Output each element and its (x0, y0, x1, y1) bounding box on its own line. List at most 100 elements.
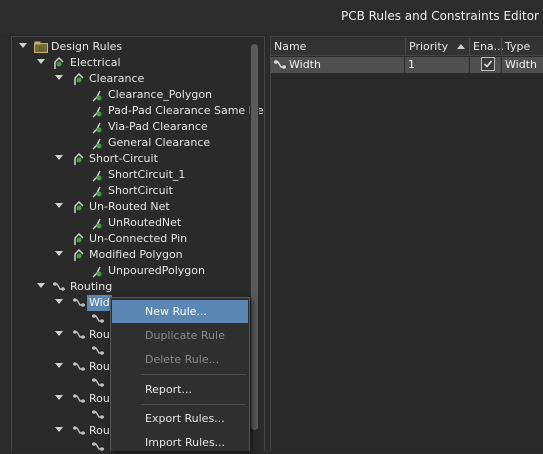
collapse-arrow-icon[interactable] (55, 203, 63, 208)
tree-label: Un-Connected Pin (89, 232, 188, 245)
menu-separator (141, 374, 246, 375)
column-header-priority[interactable]: Priority (409, 40, 448, 53)
tree-label: Electrical (70, 56, 121, 69)
cell-text: 1 (408, 58, 415, 71)
tree-item-electrical[interactable]: Electrical (12, 55, 252, 71)
tree-label: UnpouredPolygon (108, 264, 205, 277)
rule-icon (92, 106, 102, 118)
menu-item-delete-rule[interactable]: Delete Rule... (112, 348, 248, 371)
title-bar: PCB Rules and Constraints Editor (0, 0, 543, 34)
menu-item-label: Delete Rule... (145, 353, 220, 366)
collapse-arrow-icon[interactable] (55, 395, 63, 400)
tree-item-clearance[interactable]: Clearance (12, 71, 252, 87)
routing-rule-icon (274, 60, 286, 69)
rule-category-icon (74, 249, 84, 261)
routing-rule-icon (92, 346, 104, 355)
tree-label: UnRoutedNet (108, 216, 182, 229)
design-rules-icon: 3b (34, 41, 48, 53)
tree-item-modified-polygon[interactable]: Modified Polygon (12, 247, 252, 263)
menu-separator (141, 404, 246, 405)
routing-category-icon (73, 298, 85, 307)
routing-category-icon (73, 362, 85, 371)
collapse-arrow-icon[interactable] (55, 75, 63, 80)
tree-label: Pad-Pad Clearance Same Ne (108, 104, 264, 117)
rule-icon (92, 170, 102, 182)
collapse-arrow-icon[interactable] (55, 427, 63, 432)
menu-item-new-rule[interactable]: New Rule... (112, 300, 248, 323)
menu-item-label: Report... (145, 383, 192, 396)
menu-item-duplicate-rule[interactable]: Duplicate Rule (112, 324, 248, 347)
cell-text: Width (505, 58, 537, 71)
collapse-arrow-icon[interactable] (55, 331, 63, 336)
tree-label: Rou (89, 424, 110, 437)
tree-item-unrouted-net[interactable]: Un-Routed Net (12, 199, 252, 215)
collapse-arrow-icon[interactable] (55, 299, 63, 304)
tree-label: Rou (89, 360, 110, 373)
svg-text:3b: 3b (37, 46, 45, 53)
tree-item-short-circuit[interactable]: Short-Circuit (12, 151, 252, 167)
rule-icon (92, 138, 102, 150)
context-menu: New Rule... Duplicate Rule Delete Rule..… (110, 297, 250, 451)
cell-name[interactable]: Width (271, 57, 404, 73)
menu-item-report[interactable]: Report... (112, 378, 248, 401)
routing-category-icon (53, 282, 65, 291)
sort-ascending-icon (457, 44, 465, 49)
cell-priority[interactable]: 1 (405, 57, 469, 73)
cell-text: Width (289, 58, 321, 71)
tree-label: Modified Polygon (89, 248, 183, 261)
routing-rule-icon (92, 378, 104, 387)
cell-type[interactable]: Width (502, 57, 543, 73)
rule-icon (92, 218, 102, 230)
collapse-arrow-icon[interactable] (55, 155, 63, 160)
tree-label: Short-Circuit (89, 152, 158, 165)
menu-item-label: New Rule... (145, 305, 207, 318)
routing-rule-icon (92, 314, 104, 323)
tree-label-selected: Wid (87, 295, 112, 311)
menu-item-import-rules[interactable]: Import Rules... (112, 431, 248, 454)
tree-label: Rou (89, 392, 110, 405)
window-title: PCB Rules and Constraints Editor (340, 9, 539, 23)
tree-label: Design Rules (51, 40, 123, 53)
collapse-arrow-icon[interactable] (55, 251, 63, 256)
rule-category-icon (54, 57, 64, 69)
tree-item-unconnected-pin[interactable]: Un-Connected Pin (12, 231, 252, 247)
tree-label: Routing (70, 280, 113, 293)
menu-item-label: Duplicate Rule (145, 329, 225, 342)
tree-item-rule[interactable]: General Clearance (12, 135, 252, 151)
rule-icon (92, 266, 102, 278)
routing-category-icon (73, 426, 85, 435)
collapse-arrow-icon[interactable] (37, 59, 45, 64)
grid-header: Name Priority Ena... Type (271, 38, 543, 56)
column-divider[interactable] (469, 38, 470, 55)
tree-item-rule[interactable]: Pad-Pad Clearance Same Ne (12, 103, 264, 119)
tree-item-rule[interactable]: Via-Pad Clearance (12, 119, 252, 135)
rule-category-icon (74, 153, 84, 165)
tree-label: ShortCircuit (108, 184, 173, 197)
column-divider[interactable] (501, 38, 502, 55)
tree-item-rule[interactable]: UnpouredPolygon (12, 263, 252, 279)
rule-category-icon (74, 73, 84, 85)
tree-label: ShortCircuit_1 (108, 168, 186, 181)
tree-item-design-rules[interactable]: 3b Design Rules (12, 39, 252, 55)
tree-label: Un-Routed Net (89, 200, 170, 213)
menu-item-export-rules[interactable]: Export Rules... (112, 407, 248, 430)
tree-label: Clearance (89, 72, 145, 85)
tree-item-rule[interactable]: ShortCircuit_1 (12, 167, 252, 183)
routing-rule-icon (92, 442, 104, 451)
collapse-arrow-icon[interactable] (55, 363, 63, 368)
rule-category-icon (74, 201, 84, 213)
tree-item-rule[interactable]: UnRoutedNet (12, 215, 252, 231)
collapse-arrow-icon[interactable] (37, 283, 45, 288)
tree-label: Rou (89, 328, 110, 341)
column-header-type[interactable]: Type (505, 40, 530, 53)
column-header-enabled[interactable]: Ena... (473, 40, 504, 53)
tree-scrollbar-thumb[interactable] (251, 44, 258, 430)
routing-rule-icon (92, 410, 104, 419)
tree-item-rule[interactable]: ShortCircuit (12, 183, 252, 199)
tree-item-routing[interactable]: Routing (12, 279, 252, 295)
enabled-checkbox[interactable] (481, 57, 495, 71)
collapse-arrow-icon[interactable] (19, 43, 27, 48)
tree-item-rule[interactable]: Clearance_Polygon (12, 87, 252, 103)
column-divider[interactable] (405, 38, 406, 55)
column-header-name[interactable]: Name (274, 40, 306, 53)
